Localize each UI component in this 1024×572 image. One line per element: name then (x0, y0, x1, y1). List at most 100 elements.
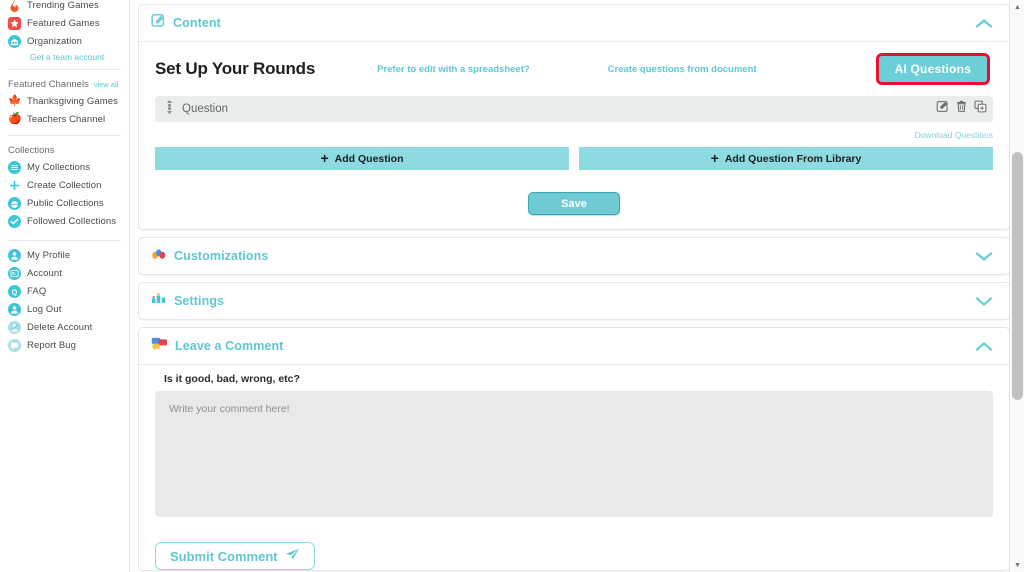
submit-comment-button[interactable]: Submit Comment (155, 542, 315, 570)
comment-bubbles-icon (151, 336, 168, 356)
sidebar-label: Report Bug (27, 340, 77, 351)
content-section-header[interactable]: Content (139, 5, 1009, 42)
sidebar-item-thanksgiving-games[interactable]: 🍁 Thanksgiving Games (8, 93, 129, 110)
featured-channels-title: Featured Channels (8, 79, 89, 90)
save-button[interactable]: Save (528, 192, 620, 215)
trash-icon[interactable] (955, 100, 968, 118)
organization-icon (8, 35, 21, 48)
sidebar-item-followed-collections[interactable]: Followed Collections (8, 213, 129, 230)
chevron-up-icon[interactable] (973, 340, 995, 353)
sidebar-item-teachers-channel[interactable]: 🍎 Teachers Channel (8, 111, 129, 128)
ai-questions-button[interactable]: AI Questions (875, 53, 991, 85)
sidebar-item-report-bug[interactable]: Report Bug (8, 337, 129, 354)
settings-card: Settings (138, 282, 1010, 320)
spreadsheet-link[interactable]: Prefer to edit with a spreadsheet? (377, 64, 530, 75)
edit-icon[interactable] (936, 100, 949, 118)
comment-title: Leave a Comment (175, 339, 284, 353)
settings-title: Settings (174, 294, 225, 308)
app-root: Trending Games Featured Games Organizati… (0, 0, 1024, 572)
sidebar-label: Thanksgiving Games (27, 96, 119, 107)
add-question-from-library-button[interactable]: + Add Question From Library (579, 147, 993, 170)
duplicate-icon[interactable] (974, 100, 987, 118)
drag-handle-icon[interactable] (165, 99, 174, 120)
sidebar-item-public-collections[interactable]: Public Collections (8, 195, 129, 212)
content-card: Content Set Up Your Rounds Prefer to edi… (138, 4, 1010, 230)
sidebar-item-my-collections[interactable]: My Collections (8, 159, 129, 176)
person-icon (8, 249, 21, 262)
scrollbar-up-arrow[interactable]: ▲ (1010, 0, 1024, 14)
sidebar: Trending Games Featured Games Organizati… (0, 0, 130, 572)
content-title: Content (173, 16, 221, 30)
person-icon (8, 303, 21, 316)
settings-section-header[interactable]: Settings (139, 283, 1009, 319)
content-body: Set Up Your Rounds Prefer to edit with a… (139, 42, 1009, 229)
sidebar-item-faq[interactable]: Q FAQ (8, 283, 129, 300)
download-questions-link[interactable]: Download Questions (915, 130, 993, 140)
chevron-up-icon[interactable] (973, 17, 995, 30)
globe-icon (8, 197, 21, 210)
sidebar-item-featured-games[interactable]: Featured Games (8, 15, 129, 32)
page-title: Set Up Your Rounds (155, 59, 316, 78)
sidebar-item-account[interactable]: Account (8, 265, 129, 282)
sidebar-label: My Collections (27, 162, 91, 173)
sidebar-item-create-collection[interactable]: Create Collection (8, 177, 129, 194)
sidebar-divider-2 (8, 135, 121, 136)
star-icon (8, 17, 21, 30)
sidebar-label: Log Out (27, 304, 62, 315)
edit-square-icon (151, 13, 166, 33)
collections-title: Collections (8, 145, 55, 156)
sidebar-label: Account (27, 268, 63, 279)
get-team-account-link[interactable]: Get a team account (30, 52, 129, 62)
customizations-header-left: Customizations (151, 246, 268, 266)
question-row[interactable]: Question (155, 96, 993, 122)
sidebar-item-log-out[interactable]: Log Out (8, 301, 129, 318)
paint-drops-icon (151, 246, 167, 266)
sidebar-item-delete-account[interactable]: Delete Account (8, 319, 129, 336)
chevron-down-icon[interactable] (973, 250, 995, 263)
question-circle-icon: Q (8, 285, 21, 298)
content-header-left: Content (151, 13, 221, 33)
collections-heading: Collections (8, 145, 129, 156)
view-all-link[interactable]: view all (94, 80, 119, 89)
create-from-document-link[interactable]: Create questions from document (608, 64, 757, 75)
comment-body: Is it good, bad, wrong, etc? (139, 365, 1009, 532)
plus-icon: + (320, 150, 329, 166)
sidebar-item-my-profile[interactable]: My Profile (8, 247, 129, 264)
sidebar-item-organization[interactable]: Organization (8, 33, 129, 50)
sidebar-label: Create Collection (27, 180, 102, 191)
comment-section-header[interactable]: Leave a Comment (139, 328, 1009, 365)
submit-comment-label: Submit Comment (170, 548, 278, 564)
add-question-library-label: Add Question From Library (724, 152, 862, 165)
sidebar-divider-1 (8, 69, 121, 70)
scrollbar-thumb[interactable] (1012, 152, 1023, 400)
check-circle-icon (8, 215, 21, 228)
plus-icon: + (710, 150, 719, 166)
sidebar-label: Featured Games (27, 18, 100, 29)
add-question-label: Add Question (334, 152, 404, 165)
add-question-row: + Add Question + Add Question From Libra… (155, 147, 993, 170)
settings-header-left: Settings (151, 291, 224, 311)
rounds-header-row: Set Up Your Rounds Prefer to edit with a… (155, 52, 993, 86)
chevron-down-icon[interactable] (973, 295, 995, 308)
scrollbar-down-arrow[interactable]: ▼ (1010, 558, 1024, 572)
sidebar-label: Teachers Channel (27, 114, 106, 125)
comment-input[interactable] (155, 391, 993, 517)
question-label: Question (182, 103, 229, 115)
list-circle-icon (8, 161, 21, 174)
customizations-section-header[interactable]: Customizations (139, 238, 1009, 274)
download-questions-row: Download Questions (155, 122, 993, 143)
comment-prompt: Is it good, bad, wrong, etc? (164, 373, 300, 385)
save-row: Save (155, 192, 993, 215)
sidebar-label: Followed Collections (27, 216, 117, 227)
question-row-actions (936, 100, 987, 118)
sidebar-item-trending-games[interactable]: Trending Games (8, 0, 129, 14)
add-question-button[interactable]: + Add Question (155, 147, 569, 170)
chat-bubble-icon (8, 339, 21, 352)
apple-icon: 🍎 (8, 113, 22, 125)
comment-card: Leave a Comment Is it good, bad, wrong, … (138, 327, 1010, 571)
delete-account-icon (8, 321, 21, 334)
sidebar-label: FAQ (27, 286, 47, 297)
page-scrollbar[interactable]: ▲ ▼ (1009, 0, 1024, 572)
question-row-left: Question (165, 99, 228, 120)
sidebar-label: My Profile (27, 250, 71, 261)
